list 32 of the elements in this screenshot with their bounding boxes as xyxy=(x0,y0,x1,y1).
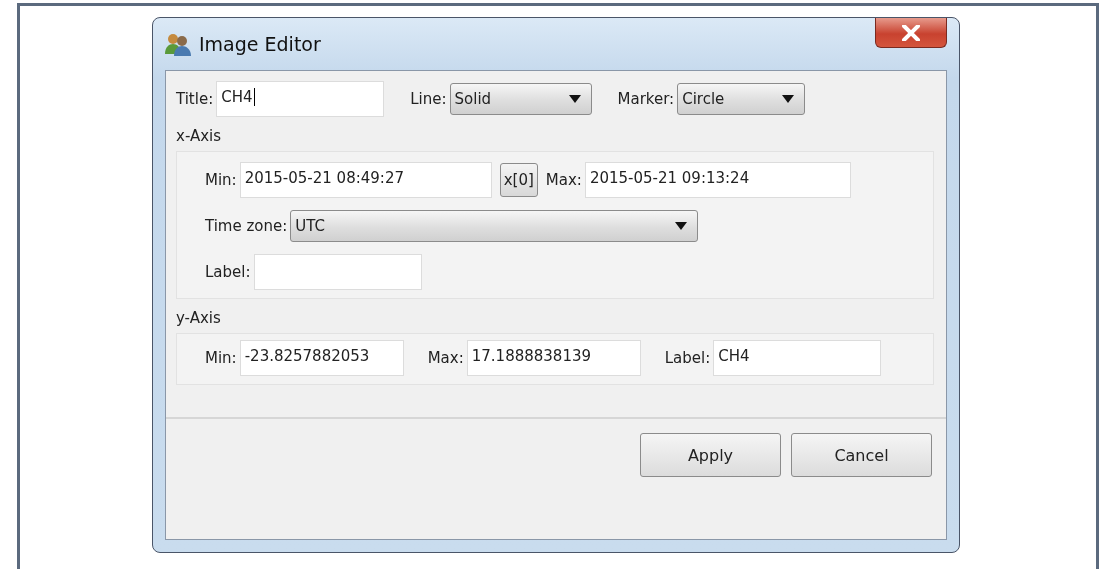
window-title: Image Editor xyxy=(199,33,321,55)
caret-icon xyxy=(568,95,581,103)
caret-icon xyxy=(782,95,795,103)
input-field[interactable] xyxy=(253,254,422,290)
field-label: Max: xyxy=(545,171,582,189)
input-field[interactable]: CH4 xyxy=(713,340,882,376)
input-field[interactable]: 2015-05-21 08:49:27 xyxy=(239,162,492,198)
dropdown[interactable]: Circle xyxy=(677,83,806,115)
field-label: Label: xyxy=(664,349,711,367)
field-label: Time zone: xyxy=(205,217,288,235)
close-button[interactable] xyxy=(875,18,947,48)
field-label: Min: xyxy=(205,349,237,367)
section-heading: y-Axis xyxy=(176,309,222,327)
section-heading: x-Axis xyxy=(176,127,223,145)
field-label: Marker: xyxy=(617,90,675,108)
reset-button[interactable]: x[0] xyxy=(499,163,538,197)
dropdown[interactable]: UTC xyxy=(290,210,699,242)
field-label: Line: xyxy=(410,90,447,108)
dialog-button[interactable]: Apply xyxy=(640,433,781,477)
field-label: Max: xyxy=(427,349,464,367)
users-icon xyxy=(165,32,191,56)
input-field[interactable]: 17.1888838139 xyxy=(466,340,641,376)
field-label: Title: xyxy=(176,90,214,108)
field-label: Label: xyxy=(205,263,251,281)
input-field[interactable]: CH4 xyxy=(216,81,385,117)
input-field[interactable]: -23.8257882053 xyxy=(239,340,404,376)
close-icon xyxy=(902,24,920,41)
caret-icon xyxy=(675,222,688,230)
input-field[interactable]: 2015-05-21 09:13:24 xyxy=(584,162,851,198)
dropdown[interactable]: Solid xyxy=(449,83,592,115)
dialog-button[interactable]: Cancel xyxy=(791,433,932,477)
field-label: Min: xyxy=(205,171,237,189)
